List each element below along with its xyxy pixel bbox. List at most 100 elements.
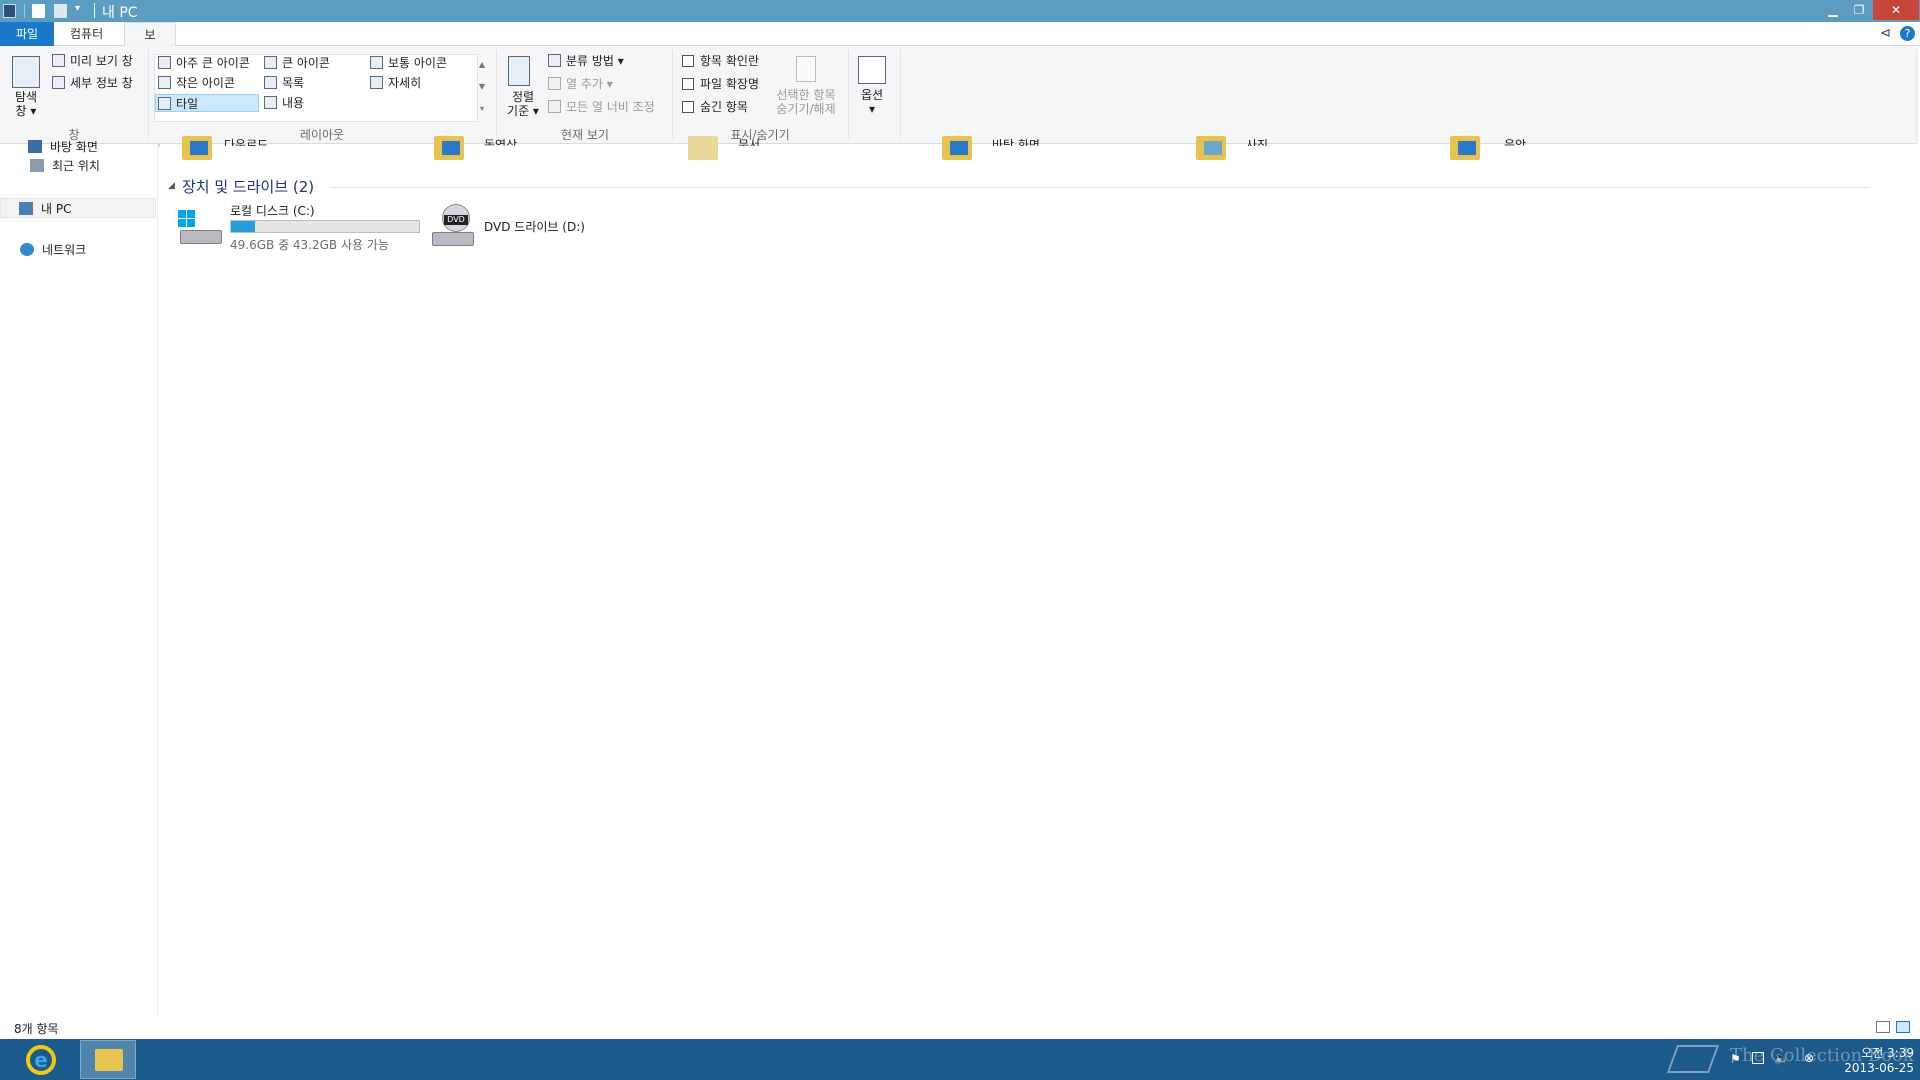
checkbox[interactable] [682, 101, 694, 113]
folder-icon [95, 1049, 123, 1071]
folder-videos-icon[interactable] [434, 136, 464, 160]
tiles-icon [158, 97, 171, 110]
local-disk-usage-fill [231, 221, 256, 232]
nav-item-desktop[interactable]: 바탕 화면 [28, 140, 98, 154]
action-center-icon[interactable]: ⚑ [1730, 1052, 1741, 1066]
layout-content[interactable]: 내용 [264, 94, 304, 112]
add-columns-icon [548, 77, 561, 90]
local-disk-usage-bar [230, 220, 420, 233]
dvd-drive-name[interactable]: DVD 드라이브 (D:) [484, 218, 585, 235]
group-separator [900, 50, 901, 138]
ribbon: 탐색 창 ▾ 미리 보기 창 세부 정보 창 창 아주 큰 아이콘 큰 아이콘 … [0, 46, 1916, 144]
large-icons-view-icon[interactable] [1896, 1021, 1910, 1033]
app-icon[interactable] [3, 4, 16, 18]
item-checkboxes-toggle[interactable]: 항목 확인란 [682, 52, 759, 70]
navigation-pane-icon [12, 56, 40, 88]
layout-large-icons[interactable]: 큰 아이콘 [264, 54, 330, 72]
navigation-pane: 바탕 화면 최근 위치 내 PC 네트워크 [0, 140, 158, 1016]
collapse-group-icon[interactable]: ◢ [168, 181, 175, 191]
hidden-items-toggle[interactable]: 숨긴 항목 [682, 98, 748, 116]
status-bar: 8개 항목 [0, 1016, 1920, 1038]
file-extensions-toggle[interactable]: 파일 확장명 [682, 75, 759, 93]
folder-desktop-label: 바탕 화면 [992, 138, 1040, 146]
file-explorer-taskbar-button[interactable] [80, 1040, 136, 1079]
details-pane-button[interactable]: 세부 정보 창 [52, 74, 133, 92]
list-icon [264, 76, 277, 89]
nav-item-mypc[interactable]: 내 PC [0, 198, 156, 218]
tab-view[interactable]: 보기 [124, 22, 176, 66]
content-icon [264, 96, 277, 109]
folder-pictures-icon[interactable] [1196, 136, 1226, 160]
checkbox[interactable] [682, 78, 694, 90]
checkbox[interactable] [682, 55, 694, 67]
hide-selected-items-button[interactable]: 선택한 항목 숨기기/해제 [770, 88, 842, 116]
layout-small-icons[interactable]: 작은 아이콘 [158, 74, 235, 92]
add-columns-button[interactable]: 열 추가 ▾ [548, 75, 613, 93]
ribbon-tab-bar: 파일 컴퓨터 보기 ⊲ ? [0, 22, 1920, 66]
clock-time[interactable]: 오전 3:39 [1834, 1044, 1914, 1061]
group-label-current-view: 현재 보기 [561, 128, 609, 142]
folder-downloads-icon[interactable] [182, 136, 212, 160]
close-button[interactable]: ✕ [1873, 0, 1919, 20]
folder-pictures-label: 사진 [1246, 138, 1269, 146]
layout-medium-icons[interactable]: 보통 아이콘 [370, 54, 447, 72]
watermark-book-icon [1666, 1045, 1720, 1073]
network-tray-icon[interactable] [1752, 1052, 1764, 1064]
size-all-columns-button[interactable]: 모든 열 너비 조정 [548, 98, 655, 116]
sort-by-icon [508, 56, 530, 86]
layout-tiles[interactable]: 타일 [155, 94, 259, 112]
folder-desktop-icon[interactable] [942, 136, 972, 160]
separator [24, 4, 25, 18]
tab-computer[interactable]: 컴퓨터 [56, 22, 117, 46]
size-columns-icon [548, 100, 561, 113]
group-separator [848, 50, 849, 138]
group-separator [496, 50, 497, 138]
group-header-devices[interactable]: 장치 및 드라이브 (2) [182, 176, 314, 197]
folder-music-icon[interactable] [1450, 136, 1480, 160]
local-disk-icon[interactable] [178, 206, 224, 248]
minimize-button[interactable]: ▁ [1820, 0, 1846, 20]
details-pane-icon [52, 76, 65, 89]
nav-item-network[interactable]: 네트워크 [20, 240, 86, 260]
group-by-button[interactable]: 분류 방법 ▾ [548, 52, 624, 70]
options-button[interactable]: 옵션 ▾ [852, 88, 892, 116]
group-separator [672, 50, 673, 138]
network-icon [20, 243, 34, 256]
minimize-ribbon-icon[interactable]: ⊲ [1880, 26, 1891, 41]
medium-icons-icon [370, 56, 383, 69]
window-title: 내 PC [102, 5, 138, 21]
preview-pane-button[interactable]: 미리 보기 창 [52, 52, 133, 70]
dvd-drive-icon[interactable]: DVD [430, 204, 476, 250]
folder-videos-label: 동영상 [484, 138, 518, 146]
extra-large-icons-icon [158, 56, 171, 69]
restore-button[interactable]: ❐ [1846, 0, 1872, 20]
details-view-icon[interactable] [1876, 1021, 1890, 1033]
folder-downloads-label: 다운로드 [224, 138, 269, 146]
local-disk-name[interactable]: 로컬 디스크 (C:) [230, 202, 315, 219]
folder-documents-label: 문서 [738, 138, 761, 146]
content-view: 다운로드 동영상 문서 바탕 화면 사진 음악 ◢ 장치 및 드라이브 (2) … [160, 136, 1920, 1016]
layout-extra-large-icons[interactable]: 아주 큰 아이콘 [158, 54, 250, 72]
tab-file[interactable]: 파일 [0, 22, 54, 46]
customize-qat-icon[interactable]: ▾ [75, 3, 80, 14]
title-bar: ▾ 내 PC ▁ ❐ ✕ [0, 0, 1920, 22]
gallery-scroll[interactable]: ▲ ▼ ▾ [476, 54, 488, 122]
folder-documents-icon[interactable] [688, 136, 718, 160]
tray-status-icon[interactable]: ⊗ [1804, 1051, 1814, 1065]
folder-music-label: 음악 [1504, 138, 1527, 146]
options-icon [858, 56, 886, 84]
properties-icon[interactable] [32, 4, 45, 18]
volume-icon[interactable]: 🔈 [1774, 1051, 1789, 1065]
help-icon[interactable]: ? [1900, 26, 1915, 41]
sort-by-button[interactable]: 정렬 기준 ▾ [503, 90, 543, 118]
clock-date[interactable]: 2013-06-25 [1834, 1061, 1914, 1075]
internet-explorer-icon[interactable]: e [26, 1045, 56, 1075]
new-folder-icon[interactable] [54, 4, 67, 18]
layout-list[interactable]: 목록 [264, 74, 304, 92]
nav-item-recent[interactable]: 최근 위치 [30, 156, 100, 176]
group-separator [148, 50, 149, 138]
preview-pane-icon [52, 54, 65, 67]
navigation-pane-button[interactable]: 탐색 창 ▾ [8, 90, 44, 118]
item-count: 8개 항목 [14, 1022, 59, 1036]
layout-details[interactable]: 자세히 [370, 74, 421, 92]
